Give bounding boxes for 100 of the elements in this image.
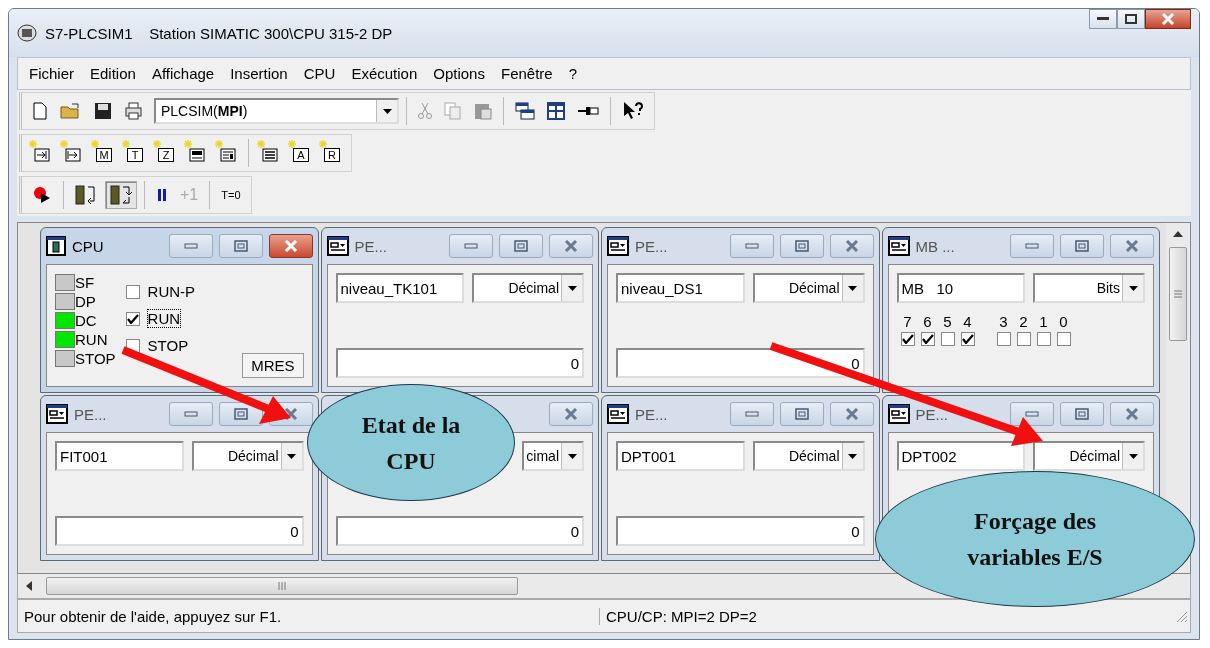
stack-icon (220, 148, 236, 162)
menu-item[interactable]: Insertion (223, 63, 295, 84)
menu-item[interactable]: ? (561, 63, 584, 84)
format-combo[interactable]: Décimal (752, 273, 865, 303)
pin-icon (577, 104, 599, 118)
sparkle-icon (122, 140, 130, 148)
close-button[interactable] (1145, 9, 1191, 29)
dropdown-arrow-icon (567, 453, 577, 459)
chip-icon (17, 24, 37, 42)
status-text: Pour obtenir de l'aide, appuyez sur F1. (23, 607, 283, 625)
value-field[interactable]: 0 (55, 516, 304, 546)
tile-windows-icon (547, 102, 565, 120)
value-field[interactable]: 0 (335, 348, 584, 378)
scroll-up-icon (1173, 231, 1183, 237)
checkbox[interactable] (996, 332, 1011, 346)
minimize-button[interactable] (1089, 9, 1117, 29)
format-combo[interactable]: cimal (522, 441, 584, 471)
check-icon (961, 334, 974, 344)
child-window-title: PE... (635, 405, 668, 423)
close-button[interactable] (268, 234, 313, 258)
pause-icon (156, 188, 168, 202)
checkbox[interactable] (920, 332, 935, 346)
bit-label: 3 (999, 313, 1008, 330)
format-combo[interactable]: Bits (1033, 273, 1145, 303)
address-field[interactable]: niveau_TK101 (335, 273, 464, 303)
check-icon (126, 313, 139, 324)
maximize-icon (233, 240, 248, 252)
menu-item[interactable]: Exécution (344, 63, 425, 84)
insert-window-button[interactable]: T (121, 140, 148, 166)
menu-item[interactable]: Fenêtre (493, 63, 560, 84)
letter-icon: M (96, 148, 112, 162)
cpu-icon (46, 236, 66, 256)
sparkle-icon (288, 140, 296, 148)
check-icon (921, 334, 934, 344)
dropdown-arrow-icon (382, 108, 392, 114)
insert-window-button[interactable]: R (318, 140, 345, 166)
checkbox[interactable] (940, 332, 955, 346)
grip-icon (1174, 290, 1182, 298)
paste-icon (474, 102, 492, 120)
letter-icon: T (127, 148, 143, 162)
checkbox[interactable] (125, 284, 140, 299)
breakpoint-icon (32, 185, 52, 205)
reset-timers-button[interactable]: T=0 (217, 182, 245, 208)
minimize-icon (183, 411, 198, 417)
insert-window-button[interactable]: Z (152, 140, 179, 166)
checkbox[interactable] (960, 332, 975, 346)
checkbox[interactable] (900, 332, 915, 346)
scroll-thumb[interactable] (46, 577, 518, 595)
close-icon (1124, 240, 1140, 252)
format-combo[interactable]: Décimal (191, 441, 304, 471)
address-field[interactable]: DPT002 (896, 441, 1025, 471)
checkbox[interactable] (1016, 332, 1031, 346)
menu-item[interactable]: CPU (296, 63, 343, 84)
maximize-icon (514, 240, 528, 252)
cascade-windows-icon (515, 102, 535, 120)
maximize-button[interactable] (1117, 9, 1145, 29)
input-icon (34, 148, 50, 162)
value-field[interactable]: 0 (335, 516, 584, 546)
output-icon (65, 148, 81, 162)
list-icon (262, 148, 278, 162)
close-icon (563, 408, 579, 420)
menu-item[interactable]: Fichier (22, 63, 81, 84)
checkbox[interactable] (1036, 332, 1051, 346)
address-field[interactable]: FIT001 (55, 441, 184, 471)
menu-item[interactable]: Options (426, 63, 492, 84)
scroll-thumb[interactable] (1169, 247, 1187, 341)
format-combo[interactable]: Décimal (472, 273, 584, 303)
checkbox[interactable] (1056, 332, 1071, 346)
minimize-icon (464, 243, 478, 249)
sparkle-icon (29, 140, 37, 148)
menu-item[interactable]: Affichage (144, 63, 222, 84)
mode-label: RUN (147, 310, 181, 327)
address-field[interactable]: MB 10 (896, 273, 1025, 303)
address-field[interactable]: DPT001 (616, 441, 745, 471)
insert-window-button[interactable]: M (90, 140, 117, 166)
check-icon (901, 334, 914, 344)
dropdown-arrow-icon (1128, 285, 1138, 291)
close-icon (1161, 13, 1175, 25)
close-icon (282, 408, 299, 420)
close-icon (563, 240, 579, 252)
value-field[interactable]: 0 (616, 348, 865, 378)
child-window-title: PE... (915, 405, 948, 423)
led-label: STOP (75, 351, 116, 366)
scan-mode-button[interactable] (105, 181, 137, 209)
dropdown-arrow-icon (1128, 453, 1138, 459)
menu-item[interactable]: Edition (83, 63, 143, 84)
bit-label: 6 (923, 313, 932, 330)
checkbox[interactable] (125, 311, 140, 326)
close-icon (843, 408, 860, 420)
value-field[interactable]: 0 (616, 516, 865, 546)
format-combo[interactable]: Décimal (1033, 441, 1145, 471)
maximize-icon (1075, 240, 1089, 252)
insert-window-button[interactable]: A (287, 140, 314, 166)
format-combo[interactable]: Décimal (752, 441, 865, 471)
address-field[interactable]: niveau_DS1 (616, 273, 745, 303)
sparkle-icon (215, 140, 223, 148)
network-combo[interactable]: PLCSIM(MPI) (154, 98, 399, 124)
mres-button[interactable]: MRES (242, 353, 304, 378)
grip-icon (278, 582, 286, 590)
close-icon (282, 240, 299, 252)
